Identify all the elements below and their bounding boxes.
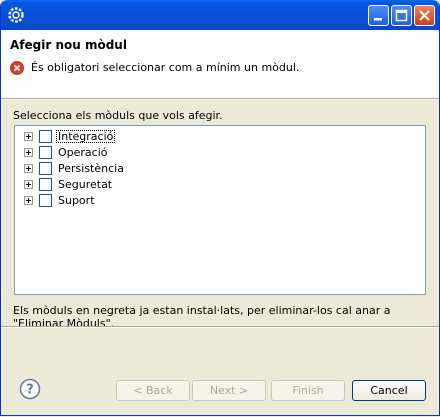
help-icon[interactable]: ?: [19, 378, 41, 400]
module-checkbox[interactable]: [39, 178, 52, 191]
app-gear-icon: [7, 6, 25, 24]
expand-icon[interactable]: [24, 132, 33, 141]
error-icon: [10, 61, 24, 75]
module-checkbox[interactable]: [39, 162, 52, 175]
expand-icon[interactable]: [24, 148, 33, 157]
module-checkbox[interactable]: [39, 130, 52, 143]
next-button[interactable]: Next >: [192, 380, 266, 401]
maximize-button[interactable]: [391, 5, 412, 26]
tree-item[interactable]: Integració: [15, 129, 425, 145]
tree-item-label[interactable]: Persistència: [56, 162, 126, 175]
page-title: Afegir nou mòdul: [10, 38, 127, 52]
back-button[interactable]: < Back: [116, 380, 190, 401]
finish-button[interactable]: Finish: [271, 380, 345, 401]
svg-text:?: ?: [26, 383, 34, 398]
expand-icon[interactable]: [24, 196, 33, 205]
tree-item[interactable]: Seguretat: [15, 177, 425, 193]
tree-item[interactable]: Persistència: [15, 161, 425, 177]
select-modules-label: Selecciona els mòduls que vols afegir.: [13, 109, 223, 122]
error-message: És obligatori seleccionar com a mínim un…: [31, 61, 300, 74]
expand-icon[interactable]: [24, 180, 33, 189]
module-checkbox[interactable]: [39, 146, 52, 159]
header-divider: [1, 99, 439, 100]
minimize-button[interactable]: [368, 5, 389, 26]
close-button[interactable]: [414, 5, 435, 26]
tree-item-label[interactable]: Seguretat: [56, 178, 114, 191]
tree-item-label[interactable]: Suport: [56, 194, 97, 207]
expand-icon[interactable]: [24, 164, 33, 173]
tree-item[interactable]: Operació: [15, 145, 425, 161]
modules-tree[interactable]: Integració Operació Persistència Seguret…: [14, 125, 426, 295]
tree-item-label[interactable]: Operació: [56, 146, 110, 159]
add-module-dialog: Afegir nou mòdul És obligatori seleccion…: [0, 0, 440, 416]
tree-item[interactable]: Suport: [15, 193, 425, 209]
title-bar[interactable]: [1, 0, 439, 30]
wizard-header: Afegir nou mòdul És obligatori seleccion…: [1, 30, 439, 99]
cancel-button[interactable]: Cancel: [352, 380, 426, 401]
tree-item-label[interactable]: Integració: [56, 130, 116, 143]
footer-divider-highlight: [1, 327, 439, 328]
module-checkbox[interactable]: [39, 194, 52, 207]
